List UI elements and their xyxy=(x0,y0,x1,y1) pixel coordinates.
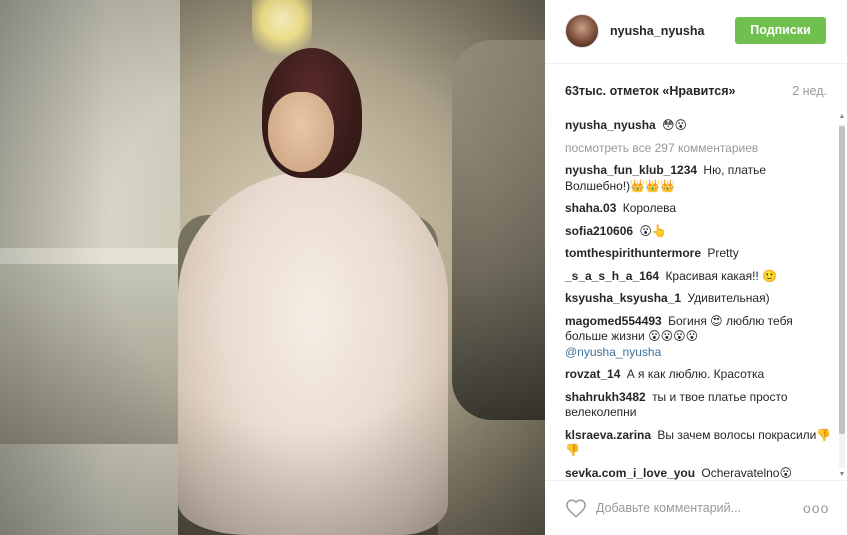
comments-scrollbar[interactable]: ▲ ▼ xyxy=(837,112,847,480)
likes-count[interactable]: 63тыс. отметок «Нравится» xyxy=(565,84,736,98)
post-footer: ooo xyxy=(545,480,847,535)
comment-item: klsraeva.zarina Вы зачем волосы покрасил… xyxy=(565,428,833,459)
comment-text: Королева xyxy=(622,201,677,215)
comment-username[interactable]: nyusha_fun_klub_1234 xyxy=(565,163,697,177)
comment-text: А я как люблю. Красотка xyxy=(626,367,765,381)
comment-text: Pretty xyxy=(707,246,739,260)
comment-username[interactable]: shahrukh3482 xyxy=(565,390,646,404)
comment-item: _s_a_s_h_a_164 Красивая какая!! 🙂 xyxy=(565,269,833,285)
post-sidebar: nyusha_nyusha Подписки 63тыс. отметок «Н… xyxy=(545,0,847,535)
comment-text: 😮👆 xyxy=(639,223,667,238)
scroll-up-arrow-icon[interactable]: ▲ xyxy=(837,112,847,122)
follow-button[interactable]: Подписки xyxy=(735,17,826,44)
comment-item: tomthespirithuntermore Pretty xyxy=(565,246,833,262)
comment-username[interactable]: _s_a_s_h_a_164 xyxy=(565,269,659,283)
comment-item: sevka.com_i_love_you Ocheravatelno😮 xyxy=(565,466,833,481)
comment-username[interactable]: magomed554493 xyxy=(565,314,662,328)
comment-item: shaha.03 Королева xyxy=(565,201,833,217)
add-comment-input[interactable] xyxy=(596,499,776,517)
author-username[interactable]: nyusha_nyusha xyxy=(610,24,704,38)
comment-mention[interactable]: @nyusha_nyusha xyxy=(565,345,661,359)
photo-vignette xyxy=(0,0,545,535)
comment-item: magomed554493 Богиня 😍 люблю тебя больше… xyxy=(565,314,833,361)
heart-outline-icon[interactable] xyxy=(565,498,587,518)
comment-item: rovzat_14 А я как люблю. Красотка xyxy=(565,367,833,383)
comment-item: ksyusha_ksyusha_1 Удивительная) xyxy=(565,291,833,307)
comment-username[interactable]: sofia210606 xyxy=(565,224,633,238)
caption-text: 😳😮 xyxy=(662,118,688,132)
comment-username[interactable]: sevka.com_i_love_you xyxy=(565,466,695,480)
view-all-comments-link[interactable]: посмотреть все 297 комментариев xyxy=(565,141,833,157)
comment-item: nyusha_fun_klub_1234 Ню, платье Волшебно… xyxy=(565,163,833,194)
comment-username[interactable]: klsraeva.zarina xyxy=(565,428,651,442)
comment-text: Ocheravatelno😮 xyxy=(701,465,792,480)
author-avatar[interactable] xyxy=(565,14,599,48)
comments-list[interactable]: nyusha_nyusha 😳😮 посмотреть все 297 комм… xyxy=(565,118,833,480)
comment-text: Красивая какая!! 🙂 xyxy=(665,268,778,283)
scroll-thumb[interactable] xyxy=(839,126,845,434)
comment-text: Удивительная) xyxy=(687,291,770,305)
comment-item: sofia210606 😮👆 xyxy=(565,224,833,240)
post-time[interactable]: 2 нед. xyxy=(792,84,827,98)
more-options-button[interactable]: ooo xyxy=(803,499,829,517)
post-header: nyusha_nyusha Подписки xyxy=(545,0,847,64)
scroll-down-arrow-icon[interactable]: ▼ xyxy=(837,470,847,480)
comment-username[interactable]: tomthespirithuntermore xyxy=(565,246,701,260)
caption: nyusha_nyusha 😳😮 xyxy=(565,118,833,134)
likes-row: 63тыс. отметок «Нравится» 2 нед. xyxy=(565,84,827,100)
post-photo[interactable] xyxy=(0,0,545,535)
caption-username[interactable]: nyusha_nyusha xyxy=(565,118,656,132)
comment-username[interactable]: ksyusha_ksyusha_1 xyxy=(565,291,681,305)
comment-username[interactable]: shaha.03 xyxy=(565,201,616,215)
comment-item: shahrukh3482 ты и твое платье просто вел… xyxy=(565,390,833,421)
comment-username[interactable]: rovzat_14 xyxy=(565,367,620,381)
